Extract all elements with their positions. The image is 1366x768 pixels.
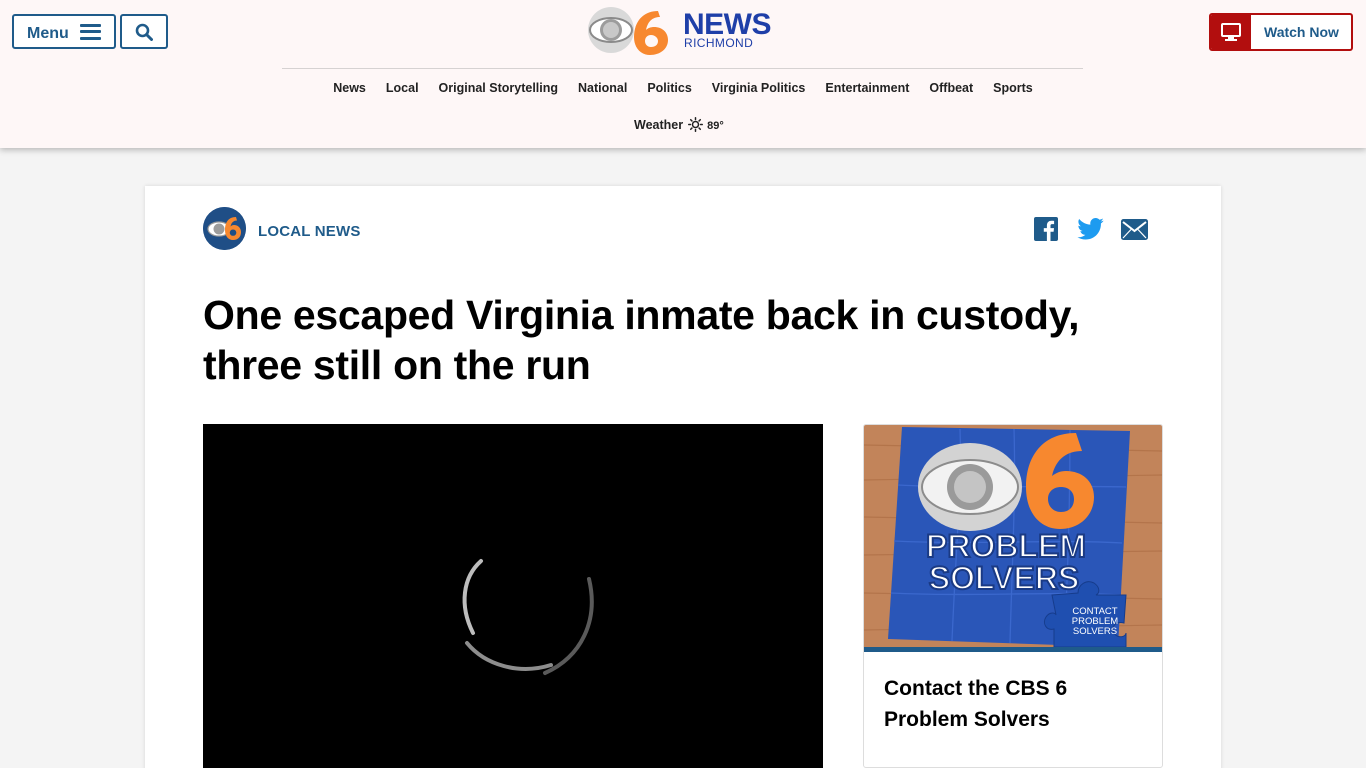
weather-label: Weather [634, 117, 684, 132]
email-share-button[interactable] [1120, 216, 1148, 242]
twitter-icon [1076, 218, 1104, 240]
facebook-icon [1034, 217, 1058, 241]
svg-text:PROBLEM: PROBLEM [926, 528, 1086, 564]
nav-item-virginia-politics[interactable]: Virginia Politics [712, 81, 806, 97]
weather-link[interactable]: Weather 89° [634, 117, 724, 132]
weather-temperature: 89° [707, 119, 724, 132]
nav-item-news[interactable]: News [333, 81, 366, 97]
nav-item-national[interactable]: National [578, 81, 627, 97]
email-icon [1120, 218, 1148, 240]
site-header: Menu NEWS RICHMOND Watch Now News Local … [0, 0, 1366, 148]
article-card: LOCAL NEWS One escaped Virginia inmate b… [145, 186, 1221, 768]
search-icon [135, 23, 153, 41]
promo-title[interactable]: Contact the CBS 6 Problem Solvers [884, 673, 1144, 735]
logo-subtitle: RICHMOND [684, 36, 754, 50]
nav-item-sports[interactable]: Sports [993, 81, 1033, 97]
twitter-share-button[interactable] [1076, 216, 1104, 242]
facebook-share-button[interactable] [1032, 216, 1060, 242]
section-label[interactable]: LOCAL NEWS [258, 223, 361, 240]
watch-now-button[interactable]: Watch Now [1209, 13, 1353, 51]
nav-item-entertainment[interactable]: Entertainment [825, 81, 909, 97]
problem-solvers-image: PROBLEM SOLVERS CONTACT PROBLEM SOLVERS [864, 425, 1162, 647]
search-button[interactable] [120, 14, 168, 49]
article-headline: One escaped Virginia inmate back in cust… [203, 292, 1080, 388]
nav-item-local[interactable]: Local [386, 81, 419, 97]
svg-text:SOLVERS: SOLVERS [929, 560, 1080, 596]
loading-spinner-icon [462, 559, 594, 675]
problem-solvers-promo[interactable]: PROBLEM SOLVERS CONTACT PROBLEM SOLVERS … [863, 424, 1163, 768]
header-divider [282, 68, 1083, 69]
menu-label: Menu [27, 24, 69, 42]
nav-item-politics[interactable]: Politics [647, 81, 691, 97]
promo-accent-bar [864, 647, 1162, 652]
main-nav: News Local Original Storytelling Nationa… [0, 81, 1366, 97]
video-player[interactable] [203, 424, 823, 768]
watch-now-label: Watch Now [1264, 24, 1339, 40]
nav-item-offbeat[interactable]: Offbeat [929, 81, 973, 97]
menu-button[interactable]: Menu [12, 14, 116, 49]
svg-text:SOLVERS: SOLVERS [1073, 626, 1117, 637]
nav-item-original-storytelling[interactable]: Original Storytelling [439, 81, 558, 97]
section-logo-icon [203, 207, 246, 250]
hamburger-icon [79, 23, 101, 40]
tv-icon [1211, 15, 1251, 49]
sun-icon [688, 117, 704, 132]
